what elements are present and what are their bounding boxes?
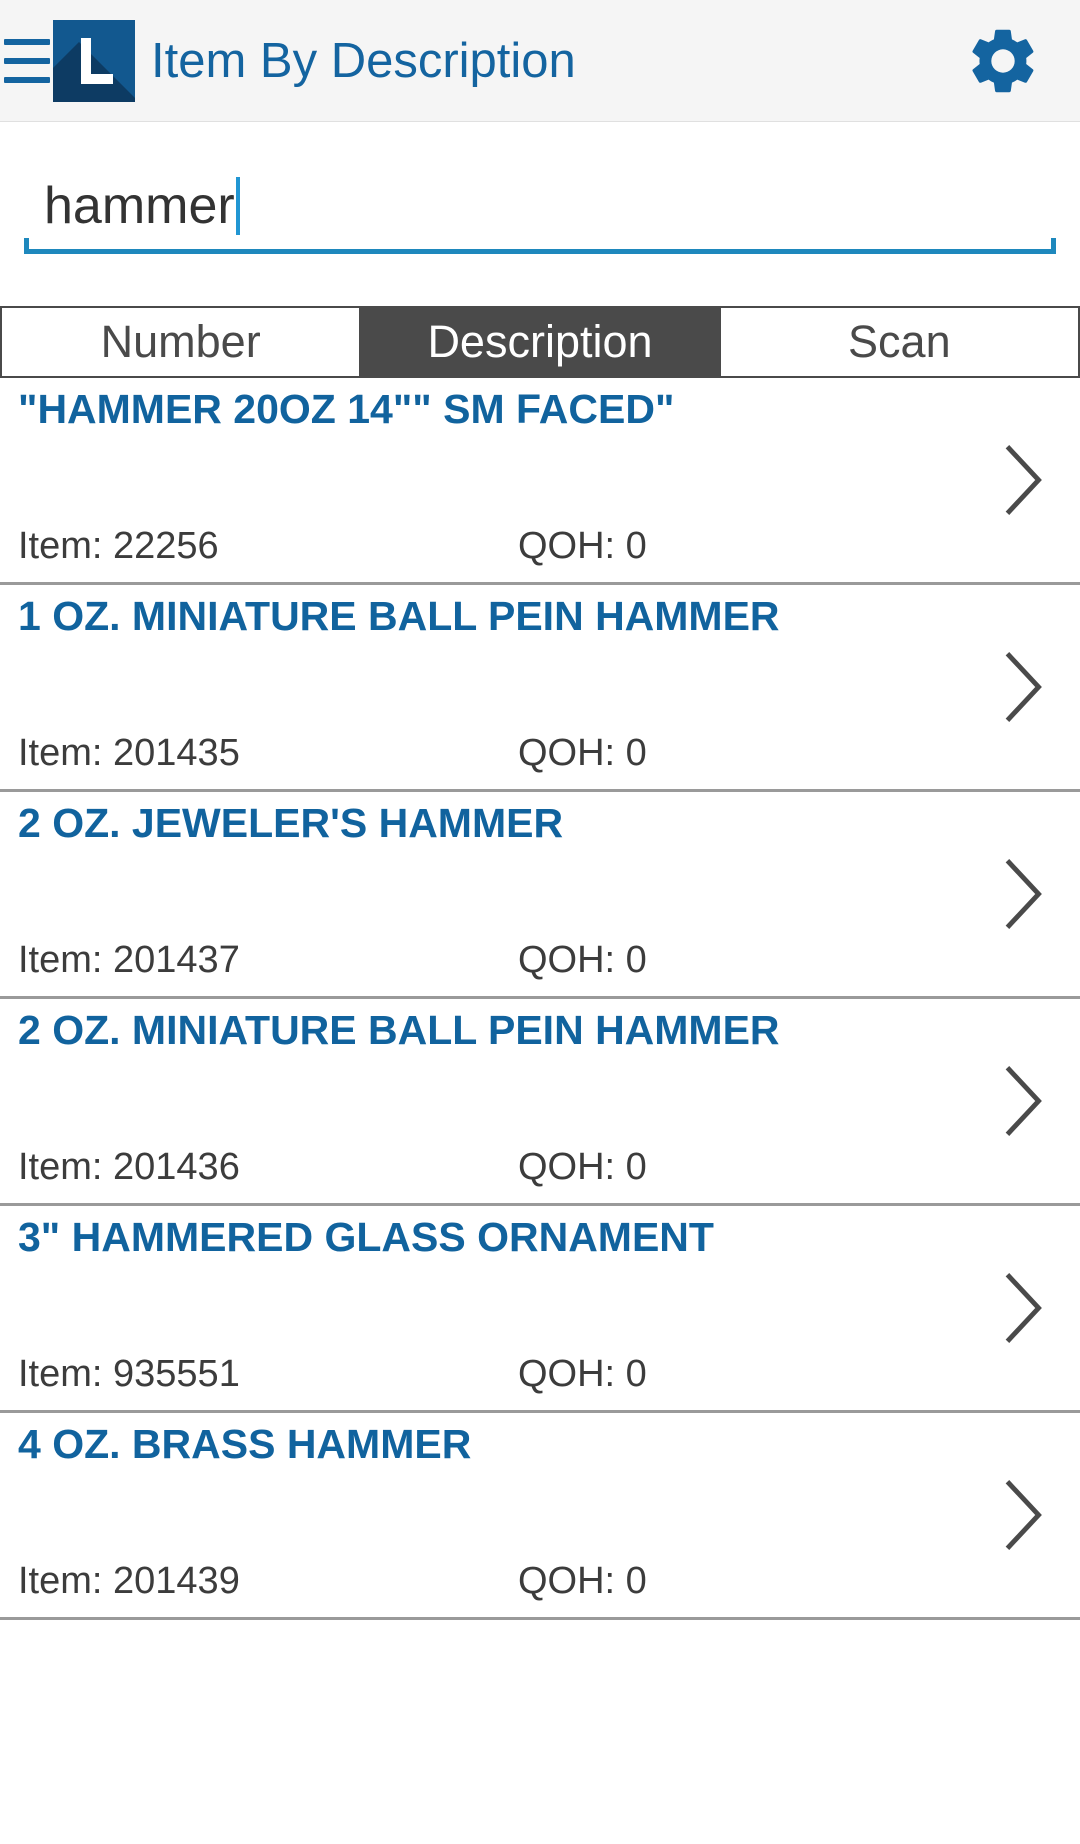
item-number: Item: 935551 [18, 1353, 240, 1395]
item-title: 2 OZ. JEWELER'S HAMMER [18, 800, 564, 846]
item-number: Item: 201436 [18, 1146, 240, 1188]
chevron-right-icon [1005, 651, 1042, 723]
hamburger-line [4, 76, 50, 83]
item-qoh: QOH: 0 [518, 525, 647, 567]
chevron-right-icon [1005, 1065, 1042, 1137]
chevron-right-icon [1005, 1479, 1042, 1551]
search-results-list: "HAMMER 20OZ 14"" SM FACED" Item: 22256 … [0, 378, 1080, 1620]
item-title: 1 OZ. MINIATURE BALL PEIN HAMMER [18, 593, 780, 639]
text-caret [235, 177, 240, 235]
tab-scan[interactable]: Scan [720, 308, 1080, 376]
tab-bar: Number Description Scan [0, 306, 1080, 378]
item-meta: Item: 935551 QOH: 0 [18, 1353, 1062, 1396]
tab-description[interactable]: Description [361, 308, 721, 376]
list-item[interactable]: 4 OZ. BRASS HAMMER Item: 201439 QOH: 0 [0, 1413, 1080, 1620]
search-input[interactable]: hammer [24, 158, 1056, 254]
chevron-right-icon [1005, 1272, 1042, 1344]
app-logo [53, 19, 135, 102]
search-section: hammer [0, 122, 1080, 290]
chevron-right-icon [1005, 858, 1042, 930]
item-meta: Item: 201439 QOH: 0 [18, 1560, 1062, 1603]
page-title: Item By Description [151, 33, 576, 88]
item-number: Item: 201439 [18, 1560, 240, 1602]
list-item[interactable]: 1 OZ. MINIATURE BALL PEIN HAMMER Item: 2… [0, 585, 1080, 792]
item-title: 2 OZ. MINIATURE BALL PEIN HAMMER [18, 1007, 780, 1053]
item-title: "HAMMER 20OZ 14"" SM FACED" [18, 386, 675, 432]
hamburger-line [4, 38, 50, 45]
item-meta: Item: 201437 QOH: 0 [18, 939, 1062, 982]
gear-icon[interactable] [964, 22, 1042, 100]
tab-number[interactable]: Number [0, 308, 362, 376]
item-qoh: QOH: 0 [518, 1560, 647, 1602]
item-qoh: QOH: 0 [518, 1146, 647, 1188]
search-input-value: hammer [44, 176, 240, 236]
item-number: Item: 201435 [18, 732, 240, 774]
item-qoh: QOH: 0 [518, 1353, 647, 1395]
item-meta: Item: 22256 QOH: 0 [18, 525, 1062, 568]
item-qoh: QOH: 0 [518, 939, 647, 981]
list-item[interactable]: "HAMMER 20OZ 14"" SM FACED" Item: 22256 … [0, 378, 1080, 585]
app-bar: Item By Description [0, 0, 1080, 122]
item-qoh: QOH: 0 [518, 732, 647, 774]
list-item[interactable]: 3" HAMMERED GLASS ORNAMENT Item: 935551 … [0, 1206, 1080, 1413]
search-underline [24, 238, 1056, 254]
item-number: Item: 201437 [18, 939, 240, 981]
list-item[interactable]: 2 OZ. JEWELER'S HAMMER Item: 201437 QOH:… [0, 792, 1080, 999]
list-item[interactable]: 2 OZ. MINIATURE BALL PEIN HAMMER Item: 2… [0, 999, 1080, 1206]
item-meta: Item: 201436 QOH: 0 [18, 1146, 1062, 1189]
item-meta: Item: 201435 QOH: 0 [18, 732, 1062, 775]
logo-letter-l [81, 37, 113, 84]
item-title: 3" HAMMERED GLASS ORNAMENT [18, 1214, 714, 1260]
hamburger-menu-icon[interactable] [4, 38, 50, 83]
chevron-right-icon [1005, 444, 1042, 516]
logo-shadow [53, 41, 135, 102]
item-title: 4 OZ. BRASS HAMMER [18, 1421, 472, 1467]
hamburger-line [4, 57, 50, 64]
item-number: Item: 22256 [18, 525, 219, 567]
